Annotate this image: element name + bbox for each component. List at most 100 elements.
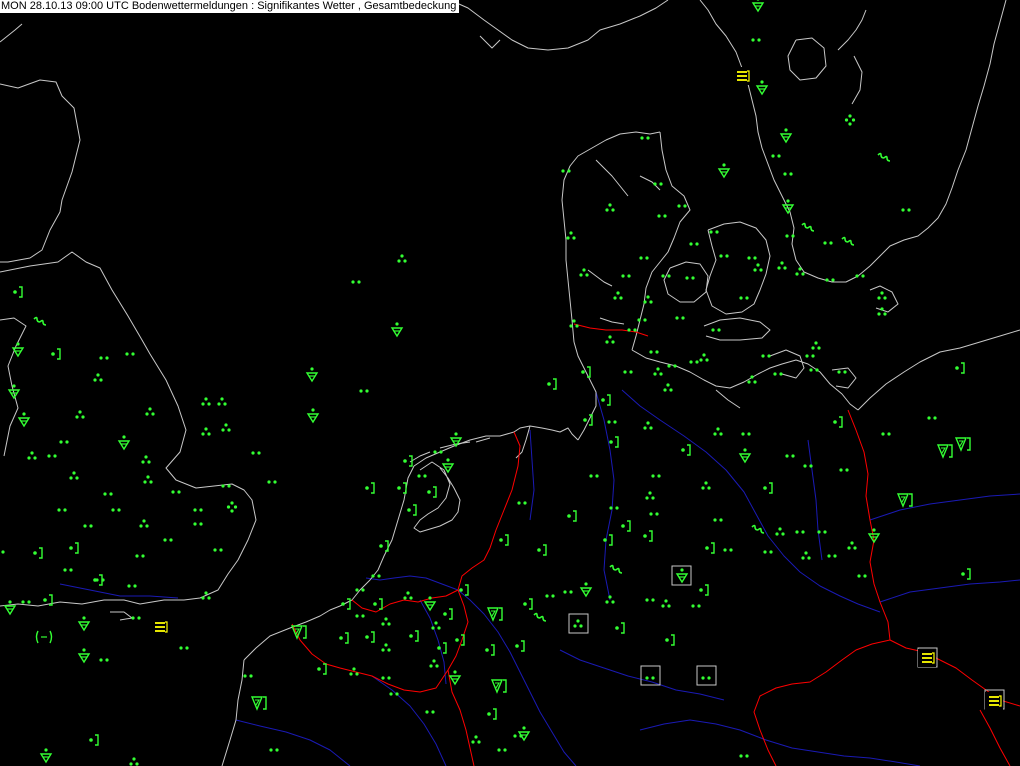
drizzle-icon[interactable]: [739, 754, 749, 758]
recent-rain-icon[interactable]: [459, 584, 469, 596]
drizzle-icon[interactable]: [675, 316, 685, 320]
thunderstorm-recent-icon[interactable]: [490, 679, 507, 694]
drizzle-icon[interactable]: [823, 241, 833, 245]
rain-icon[interactable]: [613, 291, 623, 300]
drizzle-icon[interactable]: [837, 370, 847, 374]
drizzle-icon[interactable]: [57, 508, 67, 512]
drizzle-icon[interactable]: [649, 350, 659, 354]
rain-icon[interactable]: [566, 231, 576, 240]
rain-icon[interactable]: [663, 383, 673, 392]
drizzle-icon[interactable]: [193, 522, 203, 526]
recent-rain-icon[interactable]: [567, 510, 577, 522]
drizzle-icon[interactable]: [803, 464, 813, 468]
rain-shower-icon[interactable]: [117, 435, 131, 451]
recent-rain-icon[interactable]: [409, 630, 419, 642]
recent-rain-icon[interactable]: [615, 622, 625, 634]
drizzle-icon[interactable]: [645, 598, 655, 602]
rain-shower-icon[interactable]: [751, 0, 765, 13]
drizzle-icon[interactable]: [251, 451, 261, 455]
fog-icon[interactable]: [733, 67, 751, 85]
drizzle-icon[interactable]: [651, 474, 661, 478]
drizzle-icon[interactable]: [623, 370, 633, 374]
haze-icon[interactable]: [877, 152, 891, 162]
rain-icon[interactable]: [713, 427, 723, 436]
thunderstorm-recent-icon[interactable]: [896, 493, 913, 508]
recent-rain-icon[interactable]: [365, 482, 375, 494]
rain-shower-icon[interactable]: [17, 412, 31, 428]
drizzle-icon[interactable]: [0, 550, 5, 554]
haze-icon[interactable]: [609, 564, 623, 574]
recent-rain-icon[interactable]: [69, 542, 79, 554]
recent-rain-icon[interactable]: [537, 544, 547, 556]
drizzle-icon[interactable]: [817, 530, 827, 534]
drizzle-icon[interactable]: [719, 254, 729, 258]
rain-shower-icon[interactable]: [390, 322, 404, 338]
rain-shower-icon[interactable]: [77, 616, 91, 632]
drizzle-icon[interactable]: [711, 328, 721, 332]
heavy-rain-icon[interactable]: [844, 114, 856, 126]
recent-rain-icon[interactable]: [681, 444, 691, 456]
drizzle-icon[interactable]: [351, 280, 361, 284]
drizzle-icon[interactable]: [47, 454, 57, 458]
drizzle-icon[interactable]: [649, 512, 659, 516]
recent-rain-icon[interactable]: [523, 598, 533, 610]
fog-icon[interactable]: [151, 618, 169, 636]
drizzle-icon[interactable]: [359, 389, 369, 393]
rain-icon[interactable]: [847, 541, 857, 550]
rain-icon[interactable]: [217, 397, 227, 406]
drizzle-icon[interactable]: [269, 748, 279, 752]
drizzle-icon[interactable]: [785, 234, 795, 238]
rain-icon[interactable]: [381, 617, 391, 626]
drizzle-icon[interactable]: [425, 710, 435, 714]
rain-icon[interactable]: [643, 421, 653, 430]
recent-rain-icon[interactable]: [515, 640, 525, 652]
rain-shower-icon[interactable]: [306, 408, 320, 424]
rain-icon[interactable]: [753, 263, 763, 272]
rain-icon[interactable]: [605, 203, 615, 212]
recent-rain-icon[interactable]: [621, 520, 631, 532]
rain-shower-icon[interactable]: [448, 670, 462, 686]
drizzle-icon[interactable]: [21, 600, 31, 604]
drizzle-icon[interactable]: [691, 604, 701, 608]
recent-rain-icon[interactable]: [547, 378, 557, 390]
rain-icon[interactable]: [811, 341, 821, 350]
rain-icon[interactable]: [471, 735, 481, 744]
recent-rain-icon[interactable]: [601, 394, 611, 406]
thunderstorm-recent-icon[interactable]: [250, 696, 267, 711]
haze-icon[interactable]: [33, 316, 47, 326]
rain-icon[interactable]: [201, 397, 211, 406]
drizzle-icon[interactable]: [497, 748, 507, 752]
recent-rain-icon[interactable]: [407, 504, 417, 516]
recent-rain-icon[interactable]: [365, 631, 375, 643]
drizzle-icon[interactable]: [171, 490, 181, 494]
drizzle-icon[interactable]: [517, 501, 527, 505]
recent-rain-icon[interactable]: [379, 540, 389, 552]
rain-icon[interactable]: [129, 757, 139, 766]
recent-rain-icon[interactable]: [339, 632, 349, 644]
drizzle-icon[interactable]: [639, 256, 649, 260]
drizzle-icon[interactable]: [83, 524, 93, 528]
drizzle-icon[interactable]: [99, 356, 109, 360]
rain-shower-icon[interactable]: [717, 163, 731, 179]
rain-icon[interactable]: [381, 643, 391, 652]
drizzle-icon[interactable]: [63, 568, 73, 572]
drizzle-icon[interactable]: [805, 354, 815, 358]
drizzle-icon[interactable]: [689, 360, 699, 364]
drizzle-icon[interactable]: [901, 208, 911, 212]
recent-rain-icon[interactable]: [13, 286, 23, 298]
recent-rain-icon[interactable]: [955, 362, 965, 374]
drizzle-icon[interactable]: [857, 574, 867, 578]
drizzle-icon[interactable]: [563, 590, 573, 594]
rain-icon[interactable]: [403, 591, 413, 600]
rain-icon[interactable]: [69, 471, 79, 480]
drizzle-icon[interactable]: [839, 468, 849, 472]
rain-icon[interactable]: [75, 410, 85, 419]
recent-rain-icon[interactable]: [643, 530, 653, 542]
haze-icon[interactable]: [533, 612, 547, 622]
recent-rain-icon[interactable]: [699, 584, 709, 596]
recent-rain-icon[interactable]: [397, 482, 407, 494]
rain-icon[interactable]: [801, 551, 811, 560]
drizzle-icon[interactable]: [795, 530, 805, 534]
thunderstorm-recent-icon[interactable]: [954, 437, 971, 452]
recent-rain-icon[interactable]: [51, 348, 61, 360]
